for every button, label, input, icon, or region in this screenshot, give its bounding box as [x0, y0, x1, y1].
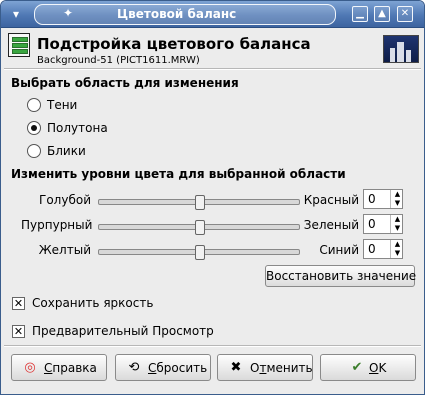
radio-shadows-label[interactable]: Тени — [47, 98, 77, 112]
close-icon[interactable]: ✕ — [397, 6, 413, 22]
maximize-icon[interactable]: ▲ — [374, 6, 390, 22]
help-button[interactable]: ◎ Справка — [11, 354, 107, 381]
cyan-red-slider[interactable] — [98, 195, 300, 210]
buttons-separator — [4, 345, 421, 347]
radio-highlights[interactable] — [27, 144, 41, 158]
preserve-luminosity-label[interactable]: Сохранить яркость — [32, 296, 153, 310]
image-name: Background-51 (PICT1611.MRW) — [37, 55, 200, 66]
reset-button-label: Сбросить — [148, 361, 208, 375]
help-button-label: Справка — [44, 361, 97, 375]
cancel-button[interactable]: ✖ Отменить — [217, 354, 313, 381]
title-bar[interactable]: ▾ ✦ Цветовой баланс ▁ ▲ ✕ — [1, 1, 424, 28]
cyan-label: Голубой — [39, 193, 91, 207]
dialog-heading: Подстройка цветового баланса — [37, 35, 311, 53]
magenta-green-slider[interactable] — [98, 220, 300, 235]
ok-check-icon: ✔ — [351, 360, 363, 375]
radio-midtones-label[interactable]: Полутона — [47, 121, 108, 135]
magenta-label: Пурпурный — [21, 218, 93, 232]
color-balance-icon — [8, 33, 30, 57]
cyan-red-spinbutton[interactable]: 0 ▲ ▼ — [363, 189, 403, 209]
spin-value[interactable]: 0 — [368, 242, 376, 256]
reset-icon: ⟲ — [128, 360, 140, 375]
yellow-label: Желтый — [38, 243, 91, 257]
title-box: ✦ Цветовой баланс — [34, 4, 336, 25]
header-separator — [4, 68, 421, 70]
preserve-luminosity-checkbox[interactable]: ✕ — [12, 297, 25, 310]
spin-value[interactable]: 0 — [368, 192, 376, 206]
spin-arrows-icon[interactable]: ▲ ▼ — [390, 215, 404, 233]
slider-handle[interactable] — [195, 245, 205, 260]
window-title: Цветовой баланс — [117, 7, 237, 21]
levels-heading: Изменить уровни цвета для выбранной обла… — [11, 167, 346, 181]
gimp-icon: ✦ — [63, 6, 74, 20]
color-balance-dialog: ▾ ✦ Цветовой баланс ▁ ▲ ✕ Подстройка цве… — [0, 0, 425, 395]
help-lifebuoy-icon: ◎ — [24, 360, 36, 375]
preview-checkbox[interactable]: ✕ — [12, 325, 25, 338]
reset-button[interactable]: ⟲ Сбросить — [115, 354, 211, 381]
green-label: Зеленый — [303, 218, 359, 232]
blue-label: Синий — [319, 243, 359, 257]
yellow-blue-spinbutton[interactable]: 0 ▲ ▼ — [363, 239, 403, 259]
radio-shadows[interactable] — [27, 98, 41, 112]
spin-value[interactable]: 0 — [368, 217, 376, 231]
radio-highlights-label[interactable]: Блики — [47, 144, 86, 158]
image-thumbnail — [383, 35, 419, 63]
ok-button-label: ОK — [369, 361, 387, 375]
slider-handle[interactable] — [195, 195, 205, 210]
minimize-icon[interactable]: ▁ — [352, 6, 368, 22]
slider-handle[interactable] — [195, 220, 205, 235]
spin-arrows-icon[interactable]: ▲ ▼ — [390, 190, 404, 208]
range-heading: Выбрать область для изменения — [11, 76, 239, 90]
spin-arrows-icon[interactable]: ▲ ▼ — [390, 240, 404, 258]
cancel-button-label: Отменить — [250, 361, 313, 375]
radio-midtones[interactable] — [27, 121, 41, 135]
cancel-x-icon: ✖ — [230, 360, 242, 375]
red-label: Красный — [303, 193, 359, 207]
window-menu-icon[interactable]: ▾ — [7, 5, 25, 23]
yellow-blue-slider[interactable] — [98, 245, 300, 260]
ok-button[interactable]: ✔ ОK — [320, 354, 416, 381]
reset-range-button[interactable]: Восстановить значение — [265, 265, 416, 287]
magenta-green-spinbutton[interactable]: 0 ▲ ▼ — [363, 214, 403, 234]
preview-label[interactable]: Предварительный Просмотр — [32, 324, 214, 338]
